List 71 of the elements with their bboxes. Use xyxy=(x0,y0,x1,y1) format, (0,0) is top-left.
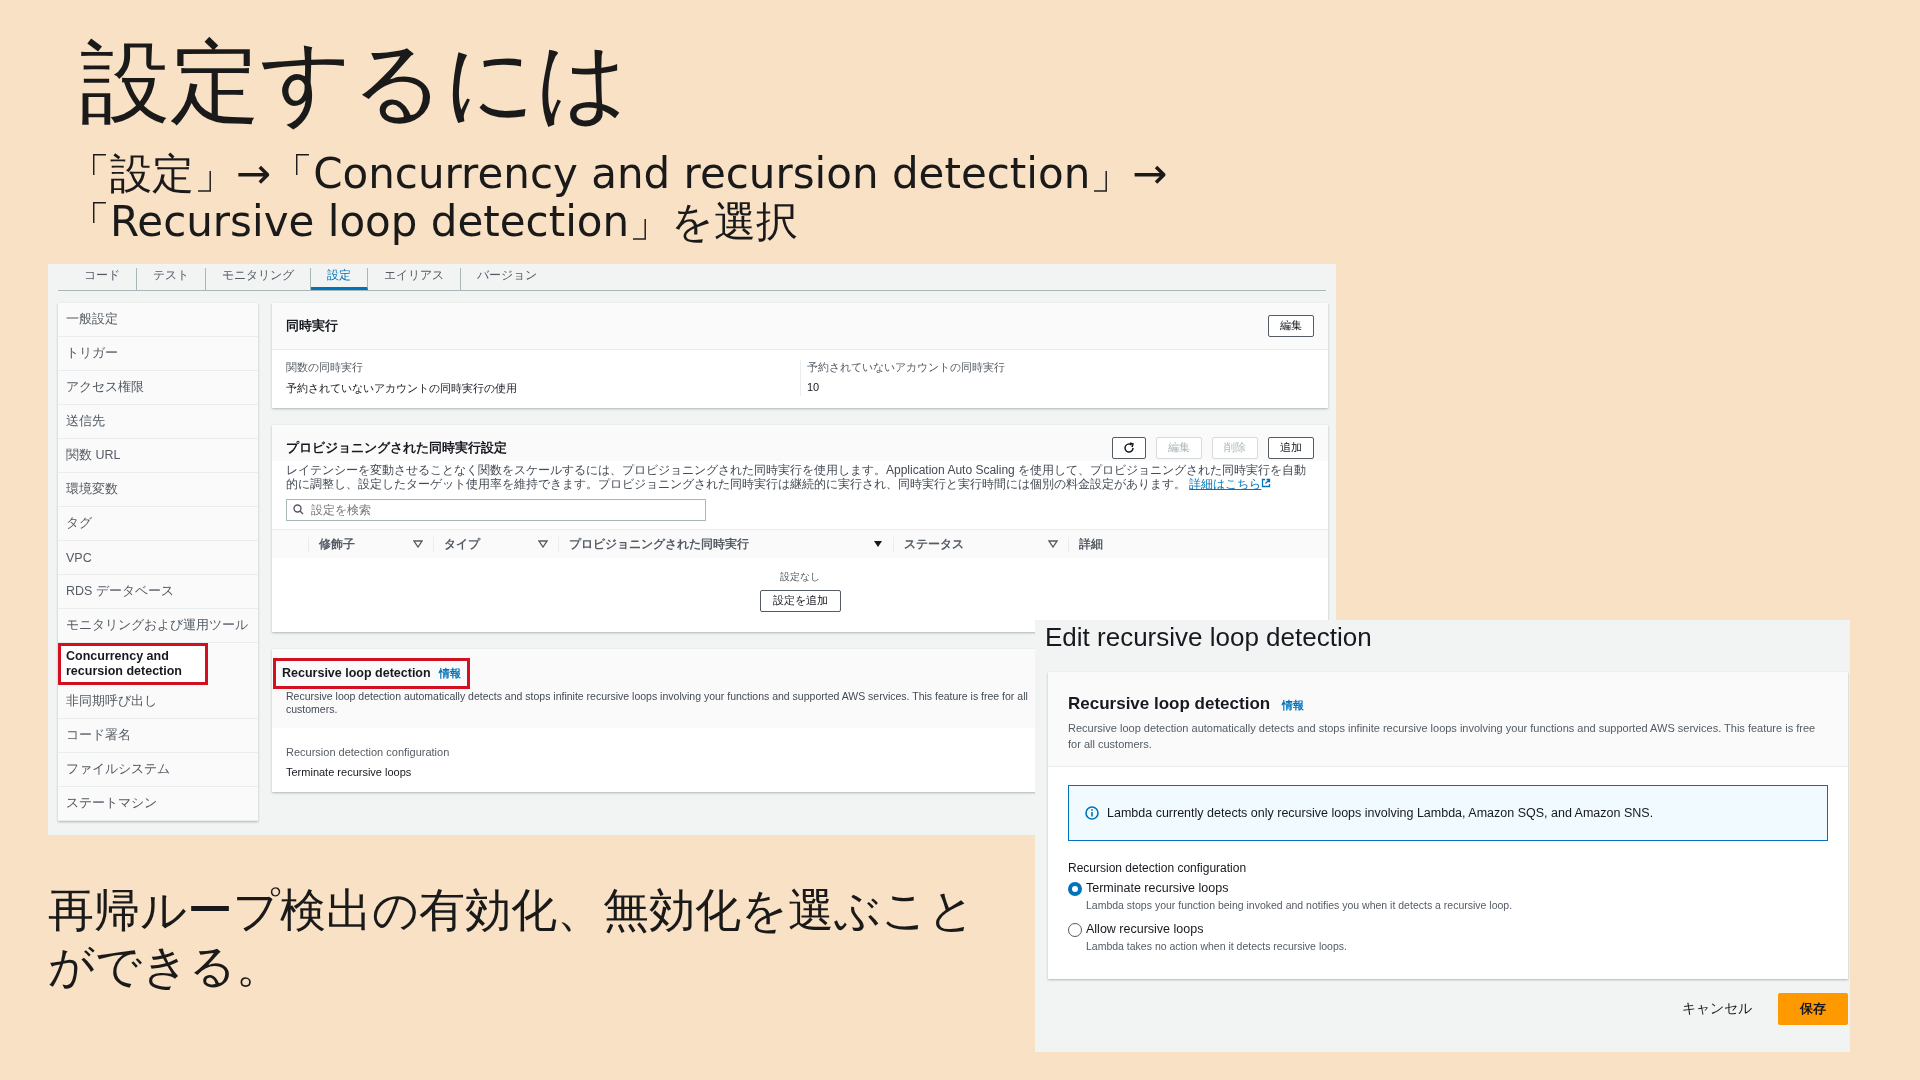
sidebar-item[interactable]: モニタリングおよび運用ツール xyxy=(58,609,258,643)
sidebar-item[interactable]: 一般設定 xyxy=(58,303,258,337)
filter-triangle-icon xyxy=(538,540,548,548)
field-value: 10 xyxy=(807,381,821,393)
option-hint: Lambda stops your function being invoked and notifies you when it detects a recursive loop. xyxy=(1086,899,1514,911)
radio-button[interactable] xyxy=(1068,923,1082,937)
search-field[interactable]: 設定を検索 xyxy=(286,499,706,521)
radio-button[interactable] xyxy=(1068,882,1082,896)
add-setting-button[interactable]: 設定を追加 xyxy=(759,590,841,612)
sidebar-item[interactable]: Concurrency and recursion detection xyxy=(58,643,208,685)
sidebar-item[interactable]: アクセス権限 xyxy=(58,371,258,405)
description-text: レイテンシーを変動させることなく関数をスケールするには、プロビジョニングされた同時実行を使用します。Application Auto Scaling を使用して、プロビジョニングされた同時実行を自動的に調整し、設定したターゲット使用率を維持できます。プロビジョニングされた同時実行は継続的に実行され、同時実行と実行時間には個別の料金設定があります。 詳細はこちら xyxy=(286,463,1308,491)
sidebar-item[interactable]: トリガー xyxy=(58,337,258,371)
column-header[interactable]: 修飾子 xyxy=(319,536,355,552)
edit-button[interactable]: 編集 xyxy=(1268,315,1314,337)
sidebar-item[interactable]: VPC xyxy=(58,541,258,575)
option-label[interactable]: Allow recursive loops xyxy=(1086,922,1828,937)
learn-more-link[interactable]: 詳細はこちら xyxy=(1189,477,1272,491)
field-value: Terminate recursive loops xyxy=(286,766,412,778)
column-header[interactable]: ステータス xyxy=(904,536,964,552)
tab[interactable]: テスト xyxy=(137,268,206,290)
sidebar-item[interactable]: 非同期呼び出し xyxy=(58,685,258,719)
dialog-title: Edit recursive loop detection xyxy=(1045,621,1373,654)
sidebar-item[interactable]: 環境変数 xyxy=(58,473,258,507)
external-link-icon xyxy=(1261,478,1272,488)
instruction-text: 「Recursive loop detection」を選択 xyxy=(68,198,799,246)
tab[interactable]: モニタリング xyxy=(206,268,311,290)
field-value: 予約されていないアカウントの同時実行の使用 xyxy=(286,381,518,396)
sidebar-item[interactable]: 関数 URL xyxy=(58,439,258,473)
empty-state-text: 設定なし xyxy=(780,570,820,584)
search-icon xyxy=(293,504,304,515)
save-button[interactable]: 保存 xyxy=(1778,993,1848,1025)
instruction-text: 「設定」→「Concurrency and recursion detection」→ xyxy=(68,150,1168,198)
field-label: 関数の同時実行 xyxy=(286,360,364,375)
info-link[interactable]: 情報 xyxy=(1282,698,1305,713)
tab[interactable]: 設定 xyxy=(311,268,368,290)
option-hint: Lambda takes no action when it detects recursive loops. xyxy=(1086,940,1348,952)
sidebar-item[interactable]: 送信先 xyxy=(58,405,258,439)
sidebar-item[interactable]: RDS データベース xyxy=(58,575,258,609)
info-icon xyxy=(1085,806,1099,820)
refresh-button[interactable] xyxy=(1112,437,1146,459)
caption-text: 再帰ループ検出の有効化、無効化を選ぶことができる。 xyxy=(48,882,976,994)
sort-triangle-icon xyxy=(873,540,883,548)
description-text: Recursive loop detection automatically detects and stops infinite recursive loops involving your functions and supported AWS services. This feature is free for all customers. xyxy=(286,690,1029,716)
action-button[interactable]: 追加 xyxy=(1268,437,1314,459)
sidebar-item[interactable]: コード署名 xyxy=(58,719,258,753)
column-header[interactable]: 詳細 xyxy=(1079,536,1103,552)
card-title: Recursive loop detection xyxy=(1068,694,1271,714)
sidebar-item[interactable]: タグ xyxy=(58,507,258,541)
field-label: Recursion detection configuration xyxy=(1068,861,1248,875)
description-text: Recursive loop detection automatically detects and stops infinite recursive loops involving your functions and supported AWS services. This feature is free for all customers. xyxy=(1068,721,1817,752)
filter-triangle-icon xyxy=(413,540,423,548)
filter-triangle-icon xyxy=(1048,540,1058,548)
tab[interactable]: エイリアス xyxy=(368,268,461,290)
card-title: 同時実行 xyxy=(286,317,338,335)
field-label: 予約されていないアカウントの同時実行 xyxy=(807,360,1006,375)
card-title: プロビジョニングされた同時実行設定 xyxy=(286,439,507,457)
refresh-icon xyxy=(1123,442,1135,454)
info-link[interactable]: 情報 xyxy=(438,666,461,681)
alert-text: Lambda currently detects only recursive loops involving Lambda, Amazon SQS, and Amazon SNS. xyxy=(1107,806,1654,820)
slide-title: 設定するには xyxy=(80,28,629,136)
column-header[interactable]: プロビジョニングされた同時実行 xyxy=(569,536,749,552)
cancel-button[interactable]: キャンセル xyxy=(1682,1000,1752,1018)
sidebar-item[interactable]: ファイルシステム xyxy=(58,753,258,787)
sidebar-item[interactable]: ステートマシン xyxy=(58,787,258,821)
field-label: Recursion detection configuration xyxy=(286,746,450,758)
column-header[interactable]: タイプ xyxy=(444,536,480,552)
card-title: Recursive loop detection xyxy=(282,666,431,680)
tab[interactable]: コード xyxy=(68,268,137,290)
option-label[interactable]: Terminate recursive loops xyxy=(1086,881,1828,896)
tab[interactable]: バージョン xyxy=(461,268,553,290)
